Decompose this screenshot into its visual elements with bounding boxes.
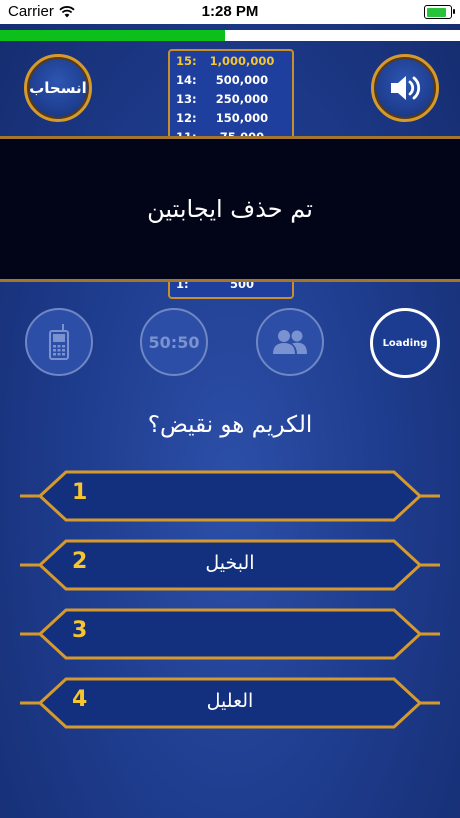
withdraw-label: انسحاب xyxy=(29,79,87,97)
fifty-fifty-label: 50:50 xyxy=(148,332,200,352)
battery-level xyxy=(426,7,446,17)
ladder-level: 13: xyxy=(176,91,197,106)
ladder-level: 15: xyxy=(176,53,197,68)
ladder-amount: 150,000 xyxy=(215,110,269,125)
answer-option-3[interactable]: 3 xyxy=(20,608,440,660)
fifty-fifty-button[interactable]: 50:50 xyxy=(140,308,208,376)
sound-button[interactable] xyxy=(371,54,439,122)
status-bar: Carrier 1:28 PM xyxy=(0,0,460,24)
clock: 1:28 PM xyxy=(201,3,259,20)
loading-lifeline-button[interactable]: Loading xyxy=(370,308,440,378)
speaker-icon xyxy=(391,76,421,100)
battery-icon xyxy=(424,5,455,19)
ladder-level: 14: xyxy=(176,72,197,87)
question-text: الكريم هو نقيض؟ xyxy=(147,412,313,438)
answer-number: 3 xyxy=(72,618,88,643)
answer-text: البخيل xyxy=(205,552,255,574)
ladder-level: 12: xyxy=(176,110,197,125)
ask-audience-button[interactable] xyxy=(256,308,324,376)
overlay-message: تم حذف ايجابتين xyxy=(147,195,313,223)
withdraw-button[interactable]: انسحاب xyxy=(24,54,92,122)
phone-friend-button[interactable] xyxy=(25,308,93,376)
answer-number: 1 xyxy=(72,480,88,505)
answer-text: العليل xyxy=(206,690,254,712)
ladder-amount: 1,000,000 xyxy=(209,53,275,68)
ladder-row: 13: 250,000 xyxy=(170,89,292,108)
ladder-row: 15: 1,000,000 xyxy=(170,51,292,70)
ladder-amount: 500,000 xyxy=(215,72,269,87)
audience-icon xyxy=(273,330,307,354)
timer-progress xyxy=(0,30,226,41)
ladder-amount: 250,000 xyxy=(215,91,269,106)
ladder-row: 12: 150,000 xyxy=(170,108,292,127)
ladder-row: 14: 500,000 xyxy=(170,70,292,89)
overlay-message-banner: تم حذف ايجابتين xyxy=(0,136,460,282)
timer-bar xyxy=(0,30,460,41)
answer-option-4[interactable]: 4 العليل xyxy=(20,677,440,729)
answer-option-1[interactable]: 1 xyxy=(20,470,440,522)
answer-option-2[interactable]: 2 البخيل xyxy=(20,539,440,591)
loading-label: Loading xyxy=(382,337,428,349)
phone-icon xyxy=(49,324,69,360)
